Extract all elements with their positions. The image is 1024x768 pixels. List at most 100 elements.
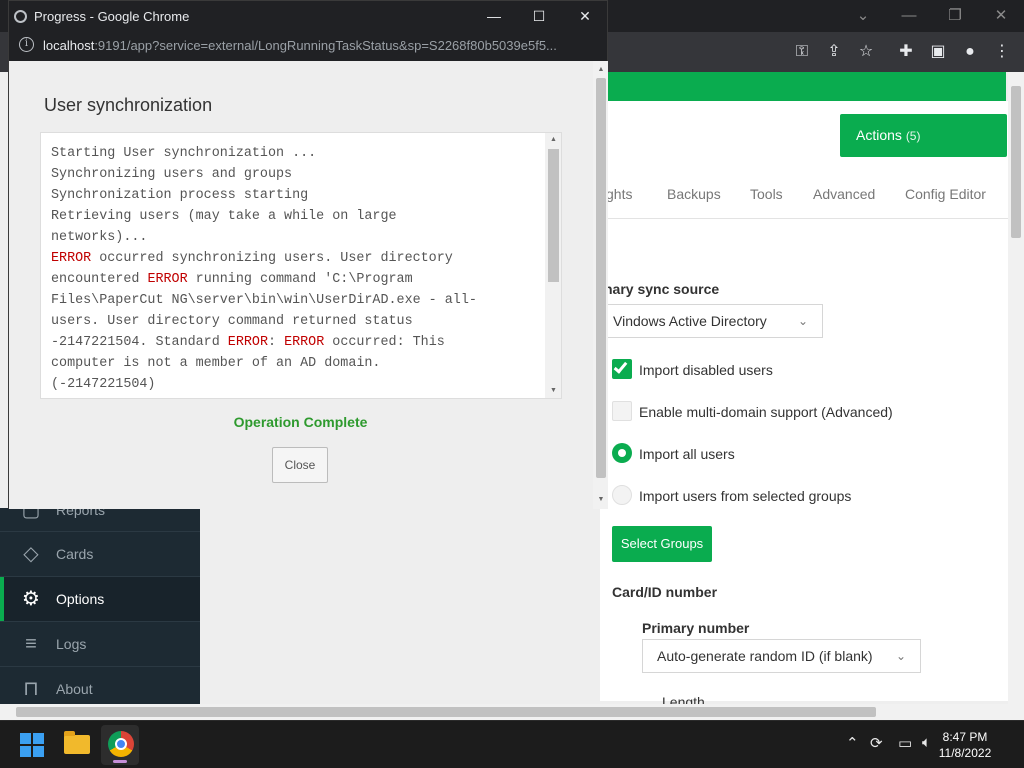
globe-icon bbox=[14, 10, 27, 23]
checkmark-icon bbox=[613, 359, 628, 374]
minimize-icon[interactable]: — bbox=[886, 4, 932, 28]
sidebar-item-label: About bbox=[56, 681, 93, 697]
log-text-segment: Files\PaperCut NG\server\bin\win\UserDir… bbox=[51, 293, 477, 308]
minimize-icon[interactable]: — bbox=[474, 5, 514, 27]
header-banner bbox=[600, 72, 1006, 101]
sidebar-item-cards[interactable]: ◇ Cards bbox=[0, 532, 200, 576]
multi-domain-label: Enable multi-domain support (Advanced) bbox=[639, 404, 893, 420]
log-text-segment: occurred: This bbox=[324, 335, 445, 350]
import-all-radio[interactable] bbox=[612, 443, 632, 463]
main-vertical-scroll-thumb[interactable] bbox=[1011, 86, 1021, 238]
profile-icon[interactable]: ● bbox=[958, 40, 982, 64]
maximize-icon[interactable]: ☐ bbox=[519, 5, 559, 27]
actions-count: (5) bbox=[905, 129, 921, 143]
key-icon[interactable]: ⚿ bbox=[790, 40, 814, 64]
primary-sync-source-label: nary sync source bbox=[604, 281, 720, 297]
import-disabled-label: Import disabled users bbox=[639, 362, 773, 378]
log-text-segment: users. User directory command returned s… bbox=[51, 314, 413, 329]
url-path: :9191/app?service=external/LongRunningTa… bbox=[94, 38, 557, 53]
scroll-down-icon[interactable]: ▼ bbox=[548, 387, 559, 394]
multi-domain-checkbox[interactable] bbox=[612, 401, 632, 421]
log-line: Synchronization process starting bbox=[51, 185, 541, 206]
page-title: User synchronization bbox=[44, 95, 213, 115]
extensions-icon[interactable]: ✚ bbox=[894, 40, 918, 64]
sidebar-item-options[interactable]: ⚙ Options bbox=[0, 577, 200, 621]
primary-number-value: Auto-generate random ID (if blank) bbox=[657, 648, 873, 664]
tab-backups[interactable]: Backups bbox=[667, 186, 721, 206]
log-line: Starting User synchronization ... bbox=[51, 143, 541, 164]
import-groups-label: Import users from selected groups bbox=[639, 488, 852, 504]
import-disabled-checkbox[interactable] bbox=[612, 359, 632, 379]
scroll-down-icon[interactable]: ▼ bbox=[595, 496, 607, 503]
log-text-segment: Retrieving users (may take a while on la… bbox=[51, 209, 397, 224]
log-text-segment: (-2147221504) bbox=[51, 377, 156, 392]
sync-alert-icon[interactable]: ⟳ bbox=[870, 734, 883, 752]
log-line: Synchronizing users and groups bbox=[51, 164, 541, 185]
popup-vertical-scroll-thumb[interactable] bbox=[596, 78, 606, 478]
active-app-indicator bbox=[113, 760, 127, 763]
sidebar-item-label: Cards bbox=[56, 546, 94, 562]
chevron-down-icon: ⌄ bbox=[797, 314, 808, 328]
windows-start-icon[interactable] bbox=[20, 733, 44, 757]
chrome-icon[interactable] bbox=[108, 731, 134, 757]
sidebar-item-label: Options bbox=[56, 591, 105, 607]
log-line: ERROR occurred synchronizing users. User… bbox=[51, 248, 541, 269]
tab-tools[interactable]: Tools bbox=[750, 186, 783, 206]
cards-icon: ◇ bbox=[23, 543, 39, 565]
scroll-up-icon[interactable]: ▲ bbox=[548, 136, 559, 143]
actions-label: Actions bbox=[856, 127, 902, 143]
chevron-up-icon[interactable]: ⌃ bbox=[846, 734, 859, 752]
menu-icon[interactable]: ⋮ bbox=[990, 40, 1014, 64]
actions-button[interactable]: Actions (5) bbox=[840, 114, 1007, 157]
log-line: (-2147221504) bbox=[51, 374, 541, 395]
tab-divider bbox=[600, 218, 1008, 219]
star-icon[interactable]: ☆ bbox=[854, 40, 878, 64]
log-line: Files\PaperCut NG\server\bin\win\UserDir… bbox=[51, 290, 541, 311]
primary-sync-source-value: Vindows Active Directory bbox=[613, 313, 767, 329]
primary-sync-source-select[interactable]: Vindows Active Directory ⌄ bbox=[598, 304, 823, 338]
share-icon[interactable]: ⇪ bbox=[822, 40, 846, 64]
info-icon[interactable]: i bbox=[19, 37, 34, 52]
network-icon[interactable]: ▭ bbox=[898, 734, 912, 752]
url-host: localhost bbox=[43, 38, 95, 53]
clock-time: 8:47 PM bbox=[942, 730, 988, 744]
taskbar-clock[interactable]: 8:47 PM 11/8/2022 bbox=[930, 729, 1000, 761]
gear-icon: ⚙ bbox=[22, 588, 40, 610]
log-text-segment: computer is not a member of an AD domain… bbox=[51, 356, 381, 371]
chevron-down-icon[interactable]: ⌄ bbox=[840, 4, 886, 28]
log-line: networks)... bbox=[51, 227, 541, 248]
import-groups-radio[interactable] bbox=[612, 485, 632, 505]
log-line: computer is not a member of an AD domain… bbox=[51, 353, 541, 374]
close-icon[interactable]: ✕ bbox=[978, 4, 1024, 28]
primary-number-label: Primary number bbox=[642, 620, 750, 636]
select-groups-button[interactable]: Select Groups bbox=[612, 526, 712, 562]
close-icon[interactable]: ✕ bbox=[565, 5, 605, 27]
restore-icon[interactable]: ❐ bbox=[932, 4, 978, 28]
clock-date: 11/8/2022 bbox=[938, 746, 992, 760]
file-explorer-icon[interactable] bbox=[64, 731, 90, 754]
tab-config-editor[interactable]: Config Editor bbox=[905, 186, 986, 206]
tab-rights[interactable]: ghts bbox=[606, 186, 632, 206]
log-line: Retrieving users (may take a while on la… bbox=[51, 206, 541, 227]
tab-advanced[interactable]: Advanced bbox=[813, 186, 875, 206]
log-text-segment: Synchronizing users and groups bbox=[51, 167, 293, 182]
scroll-up-icon[interactable]: ▲ bbox=[595, 66, 607, 73]
log-vertical-scroll-thumb[interactable] bbox=[548, 149, 559, 282]
primary-number-select[interactable]: Auto-generate random ID (if blank) ⌄ bbox=[642, 639, 921, 673]
sidepanel-icon[interactable]: ▣ bbox=[926, 40, 950, 64]
length-label: Length bbox=[662, 694, 705, 704]
log-text-segment: occurred synchronizing users. User direc… bbox=[91, 251, 453, 266]
sidebar-item-about[interactable]: ⊓ About bbox=[0, 667, 200, 711]
sidebar: ▢ Reports ◇ Cards ⚙ Options ≡ Logs ⊓ Abo… bbox=[0, 499, 200, 704]
popup-window-title: Progress - Google Chrome bbox=[34, 9, 190, 24]
sidebar-item-label: Logs bbox=[56, 636, 87, 652]
import-all-label: Import all users bbox=[639, 446, 735, 462]
sync-log-textarea[interactable]: Starting User synchronization ... Synchro… bbox=[40, 132, 562, 399]
sidebar-item-logs[interactable]: ≡ Logs bbox=[0, 622, 200, 666]
progress-popup-window: Progress - Google Chrome — ☐ ✕ i localho… bbox=[8, 0, 608, 509]
bookmark-icon: ⊓ bbox=[23, 678, 39, 700]
log-text-segment: networks)... bbox=[51, 230, 148, 245]
log-line: encountered ERROR running command 'C:\Pr… bbox=[51, 269, 541, 290]
close-button[interactable]: Close bbox=[272, 447, 328, 483]
popup-url[interactable]: localhost:9191/app?service=external/Long… bbox=[43, 38, 557, 53]
